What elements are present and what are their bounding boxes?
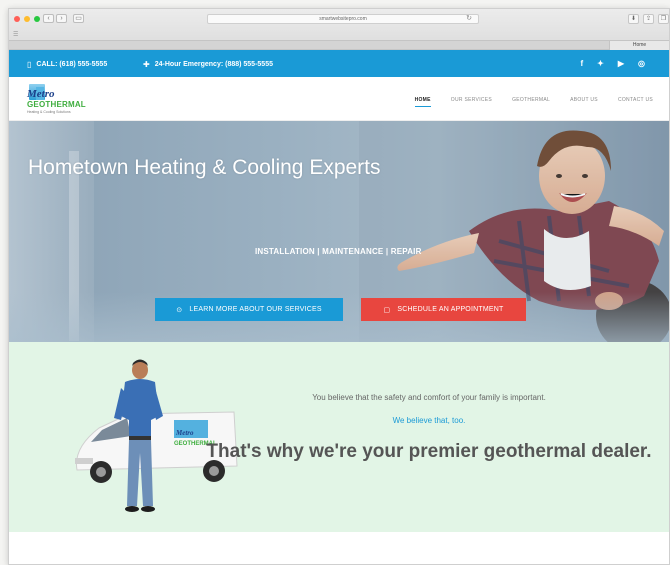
facebook-icon[interactable]: f (580, 59, 583, 68)
hero-title: Hometown Heating & Cooling Experts (28, 156, 381, 179)
hero-banner: Hometown Heating & Cooling Experts INSTA… (9, 121, 669, 342)
intro-headline: That's why we're your premier geothermal… (206, 441, 652, 462)
intro-band: Metro GEOTHERMAL You believe that the sa… (9, 342, 669, 532)
close-window-button[interactable] (14, 16, 20, 22)
call-text: CALL: (618) 555-5555 (36, 61, 108, 68)
tab-home[interactable]: Home (609, 41, 669, 50)
logo-name-top: Metro (27, 88, 55, 100)
learn-services-button[interactable]: ⊙ LEARN MORE ABOUT OUR SERVICES (155, 298, 343, 321)
info-circle-icon: ⊙ (176, 306, 183, 314)
comment-icon: ▢ (383, 306, 391, 314)
nav-item-contact-us[interactable]: CONTACT US (618, 97, 653, 107)
logo-name-bottom: GEOTHERMAL (27, 100, 86, 109)
nav-item-our-services[interactable]: OUR SERVICES (451, 97, 492, 107)
schedule-appointment-label: SCHEDULE AN APPOINTMENT (397, 306, 504, 313)
intro-line-2: We believe that, too. (392, 416, 466, 425)
van-logo-name-top: Metro (175, 429, 194, 437)
emergency-icon: ✚ (143, 60, 150, 69)
nav-item-about-us[interactable]: ABOUT US (570, 97, 598, 107)
tab-bar: Home (9, 40, 669, 50)
forward-arrow-icon[interactable]: › (56, 14, 67, 23)
download-icon[interactable]: ⬇ (628, 14, 639, 24)
schedule-appointment-button[interactable]: ▢ SCHEDULE AN APPOINTMENT (361, 298, 526, 321)
emergency-text: 24-Hour Emergency: (888) 555-5555 (154, 61, 273, 68)
logo-tagline: Heating & Cooling Solutions (27, 110, 71, 114)
phone-icon: ▯ (27, 60, 32, 69)
browser-toolbar: ‹ › ▭ smartwebsitepro.com ↻ ⬇ ⇪ ❐ ☰ Home (9, 9, 669, 50)
address-bar[interactable]: smartwebsitepro.com ↻ (207, 14, 479, 24)
contact-topbar: ▯ CALL: (618) 555-5555 ✚ 24-Hour Emergen… (9, 50, 669, 77)
youtube-icon[interactable]: ▶ (618, 59, 624, 68)
window-controls (14, 16, 40, 22)
learn-services-label: LEARN MORE ABOUT OUR SERVICES (189, 306, 322, 313)
emergency-item[interactable]: ✚ 24-Hour Emergency: (888) 555-5555 (143, 60, 273, 69)
call-item[interactable]: ▯ CALL: (618) 555-5555 (27, 60, 107, 69)
bookmarks-icon[interactable]: ☰ (13, 31, 18, 38)
tabs-overview-icon[interactable]: ❐ (658, 14, 669, 24)
zoom-window-button[interactable] (34, 16, 40, 22)
nav-item-home[interactable]: HOME (414, 97, 431, 107)
back-arrow-icon[interactable]: ‹ (43, 14, 54, 23)
hero-subtitle: INSTALLATION | MAINTENANCE | REPAIR (255, 247, 422, 256)
minimize-window-button[interactable] (24, 16, 30, 22)
main-nav: HOME OUR SERVICES GEOTHERMAL ABOUT US CO… (414, 97, 653, 107)
site-header: Metro GEOTHERMAL Heating & Cooling Solut… (9, 77, 669, 121)
twitter-icon[interactable]: ✦ (597, 59, 604, 68)
intro-line-1: You believe that the safety and comfort … (312, 393, 546, 402)
address-bar-url: smartwebsitepro.com (319, 16, 367, 22)
instagram-icon[interactable]: ◎ (638, 59, 645, 68)
share-icon[interactable]: ⇪ (643, 14, 654, 24)
nav-item-geothermal[interactable]: GEOTHERMAL (512, 97, 550, 107)
reload-icon[interactable]: ↻ (466, 15, 472, 23)
browser-right-tools: ⬇ ⇪ ❐ (628, 14, 669, 24)
browser-window: ‹ › ▭ smartwebsitepro.com ↻ ⬇ ⇪ ❐ ☰ Home… (8, 8, 670, 565)
sidebar-toggle-icon[interactable]: ▭ (73, 14, 84, 23)
social-links: f ✦ ▶ ◎ (580, 59, 645, 68)
site-logo[interactable]: Metro GEOTHERMAL Heating & Cooling Solut… (26, 83, 92, 115)
technician-image (114, 359, 163, 512)
